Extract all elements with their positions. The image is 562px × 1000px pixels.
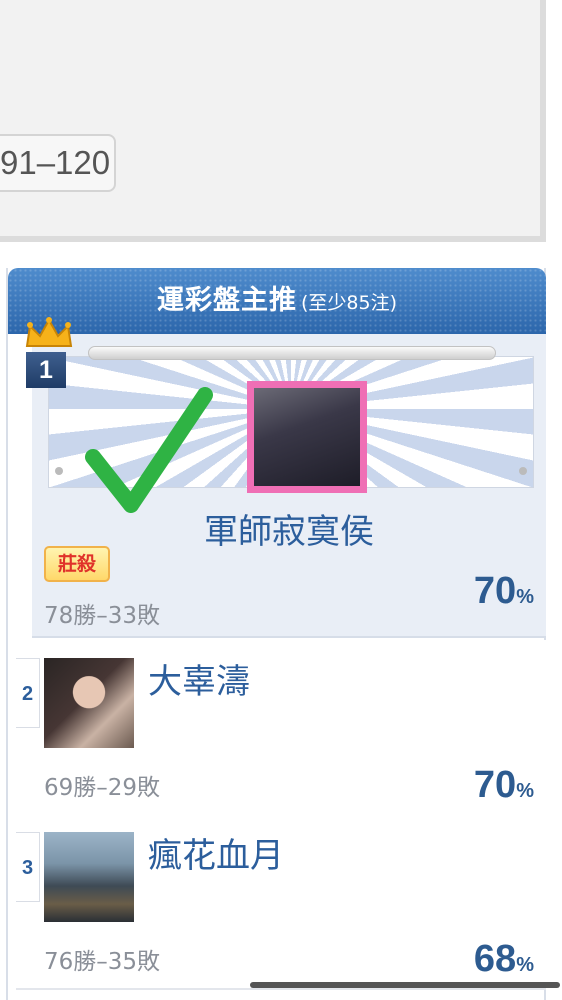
ranking-item-2[interactable]: 2 大辜濤 69勝–29敗 70% <box>16 640 546 816</box>
page-range-button[interactable]: 91–120 <box>0 134 116 192</box>
frame-bar <box>88 346 496 360</box>
win-rate: 68% <box>473 938 534 980</box>
win-rate: 70% <box>473 764 534 806</box>
checkmark-icon <box>85 387 213 513</box>
win-rate: 70% <box>473 570 534 612</box>
top-panel: 91–120 <box>0 0 546 242</box>
banner-dot <box>519 467 527 475</box>
avatar <box>247 381 367 493</box>
win-loss-record: 69勝–29敗 <box>44 775 161 801</box>
rank-number: 2 <box>16 658 40 728</box>
rank-number: 1 <box>26 352 66 388</box>
win-loss-record: 76勝–35敗 <box>44 949 161 975</box>
ranking-subtitle: (至少85注) <box>300 292 397 314</box>
banner-dot <box>55 467 63 475</box>
ranking-item-1[interactable]: 軍師寂寞侯 莊殺 78勝–33敗 70% <box>32 334 546 638</box>
home-indicator[interactable] <box>250 982 560 988</box>
user-name[interactable]: 瘋花血月 <box>148 828 284 877</box>
ranking-title: 運彩盤主推 <box>156 285 297 316</box>
tag-badge: 莊殺 <box>44 546 110 582</box>
rank-number: 3 <box>16 832 40 902</box>
win-loss-record: 78勝–33敗 <box>44 603 161 629</box>
avatar <box>44 832 134 922</box>
user-name[interactable]: 軍師寂寞侯 <box>32 504 546 553</box>
user-name[interactable]: 大辜濤 <box>148 654 250 703</box>
winner-banner <box>48 356 534 513</box>
avatar <box>44 658 134 748</box>
ranking-item-3[interactable]: 3 瘋花血月 76勝–35敗 68% <box>16 814 546 990</box>
ranking-header: 運彩盤主推 (至少85注) <box>8 268 546 334</box>
ranking-panel: 運彩盤主推 (至少85注) 軍師寂寞侯 莊殺 78勝–33敗 70% 1 2 大辜… <box>6 268 546 1000</box>
crown-icon <box>25 317 73 347</box>
